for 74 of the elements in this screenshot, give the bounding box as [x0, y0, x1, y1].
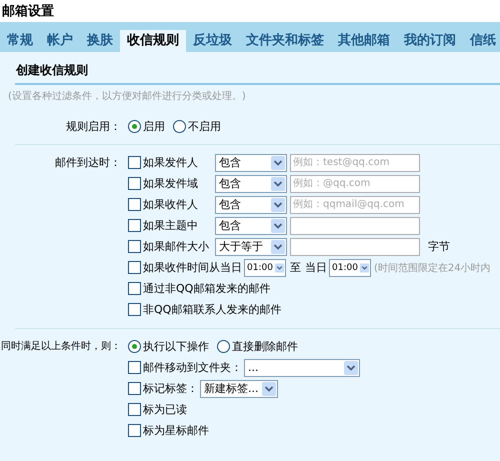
caret-icon	[271, 176, 285, 190]
checkbox[interactable]	[128, 219, 141, 232]
dropdown[interactable]: 包含	[215, 216, 287, 234]
condition-label: 如果主题中	[143, 218, 199, 233]
checkbox[interactable]	[128, 403, 141, 416]
dropdown[interactable]: 包含	[215, 174, 287, 192]
field-label: 规则启用：	[66, 119, 121, 135]
radio-button[interactable]	[128, 340, 141, 353]
radio-button[interactable]	[217, 340, 230, 353]
tab[interactable]: 文件夹和标签	[239, 30, 331, 52]
dropdown[interactable]: 大于等于	[215, 238, 287, 256]
condition-label: 如果收件时间从当日	[143, 260, 242, 275]
condition-label: 如果邮件大小	[143, 239, 210, 254]
radio-button[interactable]	[128, 120, 141, 133]
unit-label: 字节	[428, 239, 450, 254]
condition-label: 非QQ邮箱联系人发来的邮件	[143, 302, 282, 317]
action-label: 邮件移动到文件夹：	[143, 360, 242, 375]
dropdown[interactable]: ...	[244, 358, 360, 376]
checkbox[interactable]	[128, 424, 141, 437]
dropdown[interactable]: 包含	[215, 196, 287, 214]
dropdown[interactable]: 01:00	[329, 258, 371, 276]
radio-button[interactable]	[173, 120, 186, 133]
tab[interactable]: 常规	[0, 30, 40, 52]
tab[interactable]: 换肤	[80, 30, 120, 52]
checkbox[interactable]	[128, 282, 141, 295]
caret-icon	[271, 218, 285, 232]
checkbox[interactable]	[128, 303, 141, 316]
tab[interactable]: 帐户	[40, 30, 80, 52]
option-label: 不启用	[188, 119, 221, 134]
condition-label: 如果发件域	[143, 176, 199, 191]
option-label: 启用	[143, 119, 165, 134]
caret-icon	[360, 260, 369, 274]
option-label: 执行以下操作	[143, 339, 209, 354]
dropdown[interactable]: 包含	[215, 154, 287, 172]
checkbox[interactable]	[128, 177, 141, 190]
action-label: 标为已读	[143, 402, 187, 417]
field-label: 邮件到达时：	[55, 155, 121, 171]
checkbox[interactable]	[128, 198, 141, 211]
checkbox[interactable]	[128, 361, 141, 374]
condition-label: 如果收件人	[143, 197, 199, 212]
checkbox[interactable]	[128, 382, 141, 395]
to-label: 至	[290, 260, 301, 275]
field-label: 同时满足以上条件时，则：	[0, 340, 121, 354]
condition-label: 通过非QQ邮箱发来的邮件	[143, 281, 270, 296]
input-field[interactable]: 例如：@qq.com	[290, 174, 420, 192]
caret-icon	[271, 156, 285, 170]
dropdown[interactable]: 新建标签...	[200, 380, 278, 398]
condition-label: 如果发件人	[143, 155, 199, 170]
tab[interactable]: 信纸	[463, 30, 500, 52]
action-label: 标为星标邮件	[143, 423, 209, 438]
input-field[interactable]: 例如：test@qq.com	[290, 154, 420, 172]
caret-icon	[271, 240, 285, 254]
input-field[interactable]: 例如：qqmail@qq.com	[290, 196, 420, 214]
dropdown[interactable]: 01:00	[244, 258, 286, 276]
section-title: 创建收信规则	[16, 63, 88, 77]
day-label: 当日	[305, 260, 327, 275]
caret-icon	[344, 360, 358, 374]
input-field[interactable]	[290, 238, 420, 256]
caret-icon	[262, 382, 276, 396]
hint-text: (设置各种过滤条件，以方便对邮件进行分类或处理。)	[8, 91, 246, 102]
tab[interactable]: 反垃圾	[186, 30, 239, 52]
input-field[interactable]	[290, 216, 420, 234]
caret-icon	[271, 198, 285, 212]
window-title: 邮箱设置	[2, 3, 54, 21]
time-range-note: (时间范围限定在24小时内	[374, 262, 491, 274]
tab[interactable]: 其他邮箱	[331, 30, 397, 52]
checkbox[interactable]	[128, 261, 141, 274]
tab[interactable]: 收信规则	[120, 30, 186, 52]
option-label: 直接删除邮件	[232, 339, 298, 354]
tab[interactable]: 我的订阅	[397, 30, 463, 52]
caret-icon	[274, 260, 284, 274]
action-label: 标记标签：	[143, 381, 198, 396]
checkbox[interactable]	[128, 240, 141, 253]
checkbox[interactable]	[128, 156, 141, 169]
